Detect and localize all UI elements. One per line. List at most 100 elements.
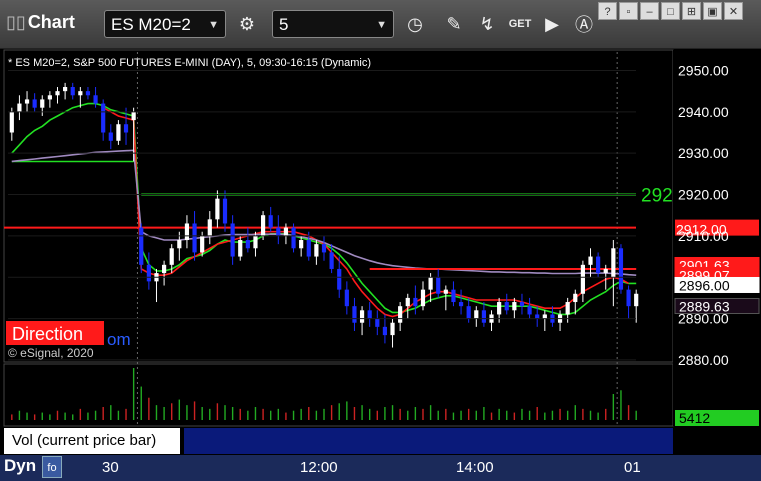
direction-suffix: om — [107, 330, 131, 349]
candle-body — [580, 264, 585, 294]
chart-canvas[interactable]: 2922912.00 2880.002890.002900.002910.002… — [0, 0, 761, 481]
candle-body — [321, 244, 327, 253]
candle-body — [169, 248, 174, 265]
candle-body — [192, 223, 197, 253]
volume-bar — [460, 410, 462, 420]
volume-bar — [330, 405, 333, 420]
candle-body — [504, 302, 509, 311]
volume-bar — [239, 408, 241, 420]
price-panel — [3, 49, 674, 363]
price-tag-label: 2889.63 — [679, 298, 730, 314]
candle-body — [359, 310, 365, 323]
candle-body — [177, 240, 182, 249]
volume-bar — [506, 410, 508, 420]
volume-bar — [498, 408, 500, 420]
candle-body — [306, 240, 311, 257]
volume-bar — [94, 410, 97, 420]
candle-body — [451, 289, 456, 303]
candle-body — [542, 314, 547, 319]
volume-bar — [18, 410, 21, 420]
volume-bar — [140, 386, 142, 420]
candle-body — [78, 91, 83, 96]
volume-bar — [171, 403, 173, 420]
direction-label: Direction — [12, 324, 83, 344]
volume-bar — [231, 407, 234, 420]
candle-body — [519, 302, 525, 307]
candle-body — [85, 91, 91, 96]
candle-body — [70, 87, 75, 96]
volume-bar — [437, 410, 439, 420]
volume-bar — [391, 405, 394, 420]
price-tag-label: 2896.00 — [679, 277, 730, 293]
candle-body — [55, 91, 60, 96]
volume-bar — [224, 405, 226, 420]
candle-body — [436, 277, 441, 294]
volume-bar — [566, 410, 569, 420]
candle-body — [398, 306, 403, 323]
volume-bar — [262, 408, 264, 420]
volume-bar — [323, 408, 325, 420]
volume-bar — [605, 408, 607, 420]
candle-body — [535, 314, 540, 319]
candle-body — [428, 277, 433, 290]
volume-bar — [612, 394, 615, 420]
close-icon[interactable]: ✕ — [170, 426, 180, 440]
candle-body — [291, 227, 296, 249]
candle-body — [299, 240, 304, 249]
volume-bar — [72, 414, 74, 420]
volume-bar — [79, 408, 82, 420]
volume-bar — [33, 414, 36, 420]
x-tick-label: 14:00 — [456, 459, 494, 476]
volume-bar — [467, 408, 470, 420]
function-icon[interactable]: fo — [42, 456, 62, 478]
volume-bar — [285, 412, 287, 420]
candle-body — [634, 293, 639, 307]
candle-body — [24, 99, 30, 104]
candle-body — [603, 268, 608, 274]
candle-body — [382, 326, 388, 336]
candle-body — [63, 87, 68, 92]
candle-body — [458, 302, 464, 307]
candle-body — [367, 310, 372, 319]
y-tick-label: 2910.00 — [678, 228, 729, 244]
volume-bar — [429, 405, 432, 420]
y-tick-label: 2950.00 — [678, 62, 729, 78]
volume-bar — [26, 412, 28, 420]
candle-body — [497, 302, 502, 315]
volume-bar — [132, 368, 135, 420]
volume-bar — [56, 410, 59, 420]
volume-bar — [117, 410, 120, 420]
volume-bar — [589, 410, 592, 420]
chart-header: * ES M20=2, S&P 500 FUTURES E-MINI (DAY)… — [8, 57, 371, 69]
candle-body — [314, 244, 319, 257]
volume-bar — [475, 410, 477, 420]
volume-bar — [148, 397, 150, 420]
dyn-label[interactable]: Dyn — [4, 456, 36, 476]
candle-body — [108, 132, 113, 141]
volume-bar — [414, 407, 417, 420]
volume-bar — [353, 407, 356, 420]
volume-bar — [209, 408, 211, 420]
volume-bar — [422, 408, 424, 420]
volume-bar — [521, 408, 523, 420]
volume-bar — [544, 412, 546, 420]
candle-body — [375, 318, 380, 327]
volume-bar — [399, 408, 401, 420]
volume-bar — [41, 412, 43, 420]
price-tags: 2901.632899.072896.002889.63 — [674, 256, 760, 314]
candle-body — [200, 235, 205, 253]
candle-body — [474, 310, 479, 319]
volume-bar — [528, 410, 531, 420]
volume-bar — [292, 410, 295, 420]
volume-bar — [155, 405, 158, 420]
volume-bar — [384, 407, 386, 420]
candle-body — [405, 297, 410, 307]
candle-body — [131, 111, 136, 121]
candle-body — [481, 310, 486, 323]
volume-bar — [513, 412, 516, 420]
candle-body — [466, 306, 471, 319]
candle-body — [222, 198, 228, 224]
volume-bar — [635, 410, 637, 420]
volume-panel — [3, 363, 674, 427]
candle-body — [215, 198, 220, 220]
